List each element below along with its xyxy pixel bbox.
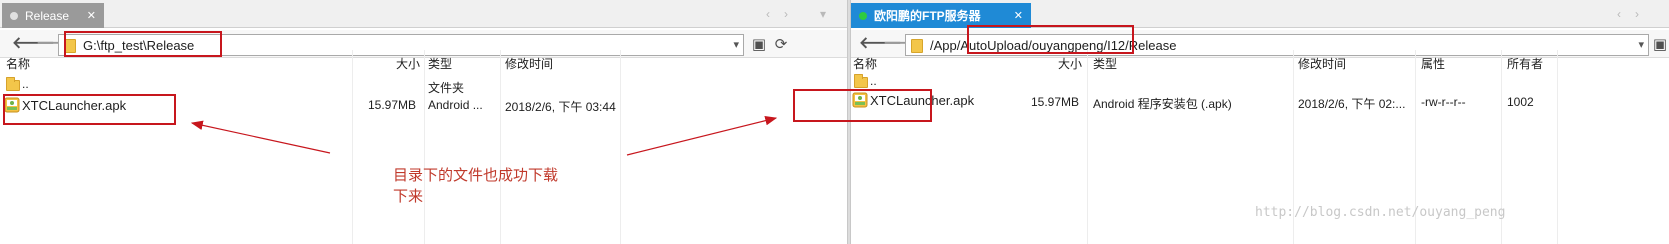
annotation-line-2: 下来 [393,188,424,205]
arrow-to-left-file [190,120,331,154]
annotation-text: 目录下的文件也成功下载 下来 [393,165,558,207]
watermark-text: http://blog.csdn.net/ouyang_peng [1255,205,1506,220]
arrow-to-right-file [626,115,778,156]
annotation-line-1: 目录下的文件也成功下载 [393,167,559,184]
